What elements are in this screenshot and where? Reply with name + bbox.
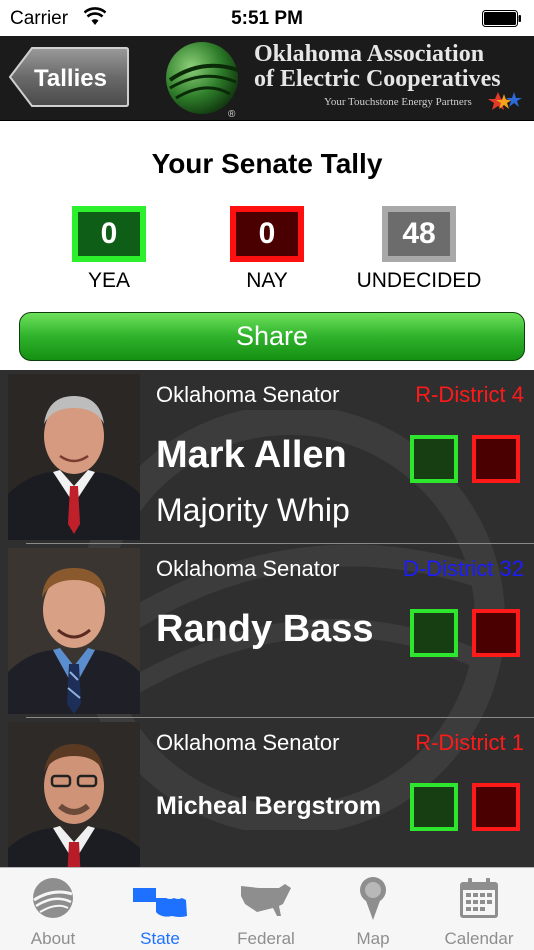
tab-state[interactable]: State: [107, 868, 213, 950]
undecided-count: 48: [382, 206, 456, 262]
nav-header: Tallies ® Oklahoma Association of Electr…: [0, 36, 534, 121]
tab-label: Map: [356, 929, 390, 948]
tab-calendar[interactable]: Calendar: [426, 868, 532, 950]
calendar-icon: [460, 878, 498, 918]
tab-label: About: [30, 929, 76, 948]
senator-district: R-District 1: [415, 730, 524, 755]
about-globe-icon: [33, 878, 73, 918]
senator-title: Oklahoma Senator: [156, 730, 340, 755]
org-name-line2: of Electric Cooperatives: [254, 66, 501, 92]
vote-nay-checkbox[interactable]: [472, 435, 520, 483]
org-tagline: Your Touchstone Energy Partners: [324, 96, 472, 108]
touchstone-energy-icon: [488, 92, 522, 110]
senator-role: Majority Whip: [156, 492, 350, 528]
senator-row[interactable]: Oklahoma Senator R-District 4 Mark Allen…: [0, 370, 534, 544]
senator-district: D-District 32: [402, 556, 524, 581]
tab-bar: About State Federal Map Calendar: [0, 867, 534, 950]
vote-yea-checkbox[interactable]: [410, 783, 458, 831]
senator-name: Mark Allen: [156, 434, 347, 476]
vote-yea-checkbox[interactable]: [410, 609, 458, 657]
nay-label: NAY: [246, 269, 288, 292]
vote-yea-checkbox[interactable]: [410, 435, 458, 483]
tab-label: Calendar: [444, 929, 514, 948]
back-button-label: Tallies: [34, 65, 107, 92]
senator-name: Micheal Bergstrom: [156, 792, 382, 820]
share-button[interactable]: Share: [19, 312, 525, 361]
status-bar: Carrier 5:51 PM: [0, 0, 534, 36]
oaec-logo: ® Oklahoma Association of Electric Coope…: [164, 40, 530, 118]
senator-row[interactable]: Oklahoma Senator R-District 1 Micheal Be…: [0, 718, 534, 867]
usa-map-icon: [241, 884, 291, 916]
yea-label: YEA: [87, 269, 131, 292]
tab-about[interactable]: About: [0, 868, 106, 950]
senator-row[interactable]: Oklahoma Senator D-District 32 Randy Bas…: [0, 544, 534, 718]
vote-nay-checkbox[interactable]: [472, 783, 520, 831]
org-name: Oklahoma Association of Electric Coopera…: [254, 42, 530, 92]
clock: 5:51 PM: [231, 8, 303, 29]
senator-name: Randy Bass: [156, 608, 374, 650]
senator-photo: [8, 722, 140, 867]
yea-count: 0: [72, 206, 146, 262]
senator-district: R-District 4: [415, 382, 524, 407]
vote-nay-checkbox[interactable]: [472, 609, 520, 657]
org-name-line1: Oklahoma Association: [254, 41, 485, 67]
tab-federal[interactable]: Federal: [213, 868, 319, 950]
map-pin-icon: [360, 877, 386, 920]
nay-count: 0: [230, 206, 304, 262]
battery-icon: [482, 10, 521, 27]
undecided-label: UNDECIDED: [356, 269, 482, 292]
senator-list[interactable]: Oklahoma Senator R-District 4 Mark Allen…: [0, 370, 534, 867]
senator-title: Oklahoma Senator: [156, 556, 340, 581]
tab-map[interactable]: Map: [320, 868, 426, 950]
tab-label: Federal: [237, 929, 295, 948]
oklahoma-state-icon: [133, 888, 187, 917]
globe-logo-icon: ®: [166, 42, 239, 118]
tally-title: Your Senate Tally: [151, 148, 383, 179]
back-button[interactable]: Tallies: [8, 46, 130, 108]
senator-title: Oklahoma Senator: [156, 382, 340, 407]
senator-photo: [8, 548, 140, 714]
svg-text:®: ®: [228, 109, 236, 118]
tab-label: State: [140, 929, 180, 948]
senator-photo: [8, 374, 140, 540]
